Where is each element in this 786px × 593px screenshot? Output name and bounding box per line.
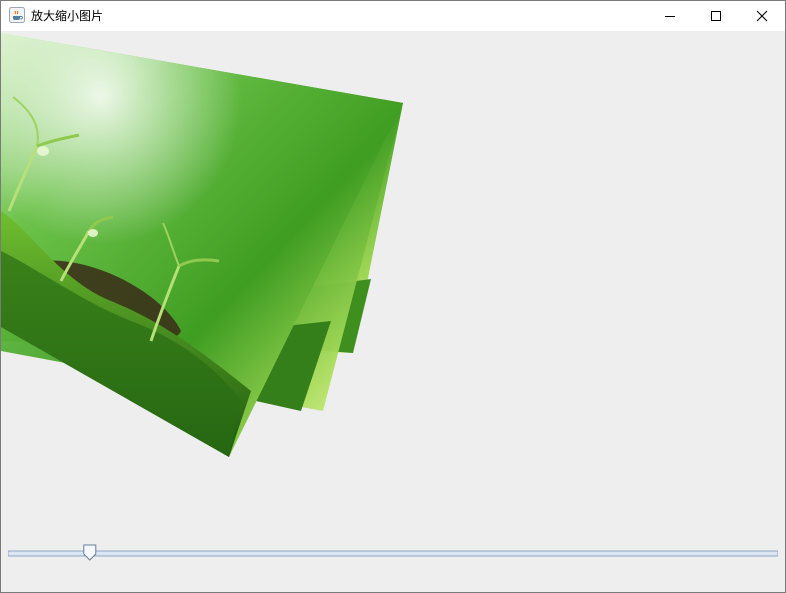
close-button[interactable] [739,1,785,31]
slider-track [8,550,778,557]
java-cup-icon [9,7,25,23]
slider-thumb[interactable] [83,544,97,561]
minimize-icon [665,16,675,17]
maximize-icon [711,11,721,21]
title-bar[interactable]: 放大缩小图片 [1,1,785,31]
close-icon [756,10,768,22]
maximize-button[interactable] [693,1,739,31]
app-window: 放大缩小图片 [0,0,786,593]
image-canvas [1,31,785,592]
green-seedlings-photo [1,33,403,457]
minimize-button[interactable] [647,1,693,31]
window-title: 放大缩小图片 [31,9,104,23]
zoom-slider[interactable] [8,544,778,562]
